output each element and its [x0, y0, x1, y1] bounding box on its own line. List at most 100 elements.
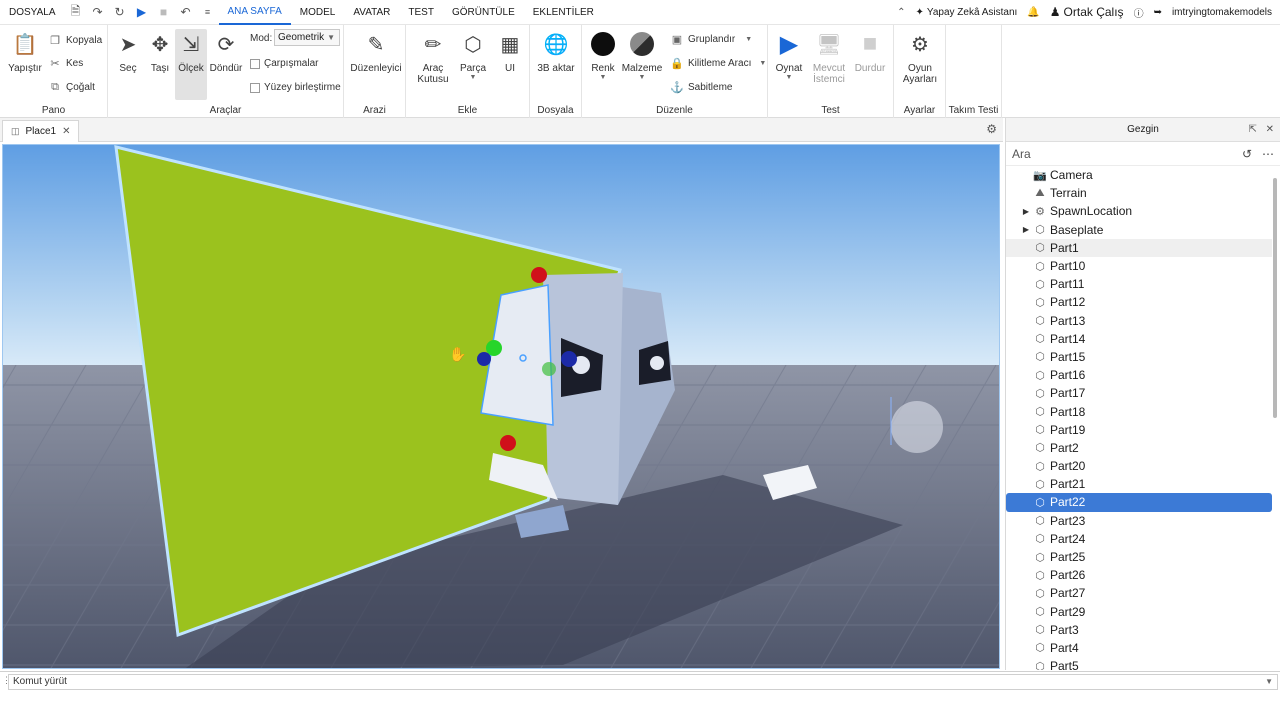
command-input[interactable]: Komut yürüt ▼ — [8, 674, 1278, 690]
mode-dropdown[interactable]: Geometrik ▼ — [274, 29, 340, 46]
toolbox-button[interactable]: ✏ Araç Kutusu — [414, 29, 452, 86]
scale-handle-red-top[interactable] — [531, 267, 547, 283]
select-tool-button[interactable]: ➤ Seç — [112, 29, 144, 75]
material-button[interactable]: Malzeme ▼ — [622, 29, 662, 81]
close-icon[interactable]: ✕ — [1266, 124, 1274, 135]
join-surfaces-checkbox[interactable] — [250, 82, 260, 93]
open-file-icon[interactable]: ↷ — [87, 0, 109, 25]
game-settings-button[interactable]: ⚙ Oyun Ayarları — [898, 29, 942, 86]
username-label[interactable]: imtryingtomakemodels — [1172, 7, 1272, 18]
tree-item-camera[interactable]: 📷 Camera — [1006, 166, 1272, 184]
history-icon[interactable]: ↺ — [1242, 147, 1252, 161]
tree-item-part18[interactable]: ⬡ Part18 — [1006, 402, 1272, 420]
tab-avatar[interactable]: AVATAR — [344, 0, 399, 25]
paste-button[interactable]: 📋 Yapıştır — [6, 29, 44, 75]
ai-assistant-button[interactable]: ✦ Yapay Zekâ Asistanı — [916, 7, 1018, 18]
anchor-button[interactable]: ⚓ Sabitleme — [670, 81, 732, 94]
tab-place1[interactable]: ◫ Place1 ✕ — [2, 120, 80, 142]
scale-handle-blue-back[interactable] — [561, 351, 577, 367]
tree-item-part29[interactable]: ⬡ Part29 — [1006, 603, 1272, 621]
more-options-icon[interactable]: ⋯ — [1262, 147, 1274, 161]
scale-handle-red-bottom[interactable] — [500, 435, 516, 451]
explorer-search-input[interactable]: Ara — [1012, 147, 1031, 161]
part-button[interactable]: ⬡ Parça ▼ — [456, 29, 490, 82]
tree-item-part10[interactable]: ⬡ Part10 — [1006, 257, 1272, 275]
collisions-toggle[interactable]: Çarpışmalar — [250, 58, 318, 69]
tree-item-part21[interactable]: ⬡ Part21 — [1006, 475, 1272, 493]
expand-arrow-icon[interactable]: ▶ — [1020, 225, 1032, 234]
share-icon[interactable]: ➥ — [1154, 7, 1162, 18]
tree-item-part5[interactable]: ⬡ Part5 — [1006, 657, 1272, 670]
tree-item-part11[interactable]: ⬡ Part11 — [1006, 275, 1272, 293]
explorer-search[interactable]: Ara ↺ ⋯ — [1006, 142, 1280, 166]
group-chevron-icon[interactable]: ▼ — [745, 36, 752, 43]
expand-arrow-icon[interactable]: ▶ — [1020, 207, 1032, 216]
file-menu[interactable]: DOSYALA — [0, 0, 65, 25]
terrain-editor-button[interactable]: ✎ Düzenleyici — [348, 29, 404, 75]
customize-chevron-icon[interactable]: ≡ — [197, 0, 219, 25]
notification-bell-icon[interactable]: 🔔 — [1027, 7, 1039, 18]
undock-icon[interactable]: ⇱ — [1248, 124, 1256, 135]
scale-handle-blue[interactable] — [477, 352, 491, 366]
tree-item-part19[interactable]: ⬡ Part19 — [1006, 421, 1272, 439]
3d-viewport[interactable]: ✋ — [2, 144, 1000, 669]
group-button[interactable]: ▣ Gruplandır ▼ — [670, 33, 752, 46]
tree-item-terrain[interactable]: ⛰ Terrain — [1006, 184, 1272, 202]
stop-quick-icon[interactable]: ■ — [153, 0, 175, 25]
scale-handle-green-back[interactable] — [542, 362, 556, 376]
redo-icon[interactable]: ↻ — [109, 0, 131, 25]
rotate-tool-button[interactable]: ⟳ Döndür — [209, 29, 243, 75]
new-file-icon[interactable]: 🗎 — [65, 0, 87, 25]
close-icon[interactable]: ✕ — [62, 126, 70, 137]
tree-item-part25[interactable]: ⬡ Part25 — [1006, 548, 1272, 566]
collisions-checkbox[interactable] — [250, 58, 260, 69]
tree-item-part15[interactable]: ⬡ Part15 — [1006, 348, 1272, 366]
duplicate-button[interactable]: ⧉ Çoğalt — [48, 81, 95, 94]
play-quick-icon[interactable]: ▶ — [131, 0, 153, 25]
tree-item-part24[interactable]: ⬡ Part24 — [1006, 530, 1272, 548]
current-client-button[interactable]: 🖥 Mevcut İstemci — [810, 29, 848, 86]
undo-icon[interactable]: ↶ — [175, 0, 197, 25]
import-3d-button[interactable]: 🌐 3B aktar — [534, 29, 578, 75]
tree-item-part13[interactable]: ⬡ Part13 — [1006, 312, 1272, 330]
color-button[interactable]: Renk ▼ — [586, 29, 620, 81]
tree-item-part17[interactable]: ⬡ Part17 — [1006, 384, 1272, 402]
tab-test[interactable]: TEST — [399, 0, 443, 25]
lock-chevron-icon[interactable]: ▼ — [759, 60, 766, 67]
tree-item-part16[interactable]: ⬡ Part16 — [1006, 366, 1272, 384]
ui-button[interactable]: ▦ UI — [494, 29, 526, 75]
tree-item-part3[interactable]: ⬡ Part3 — [1006, 621, 1272, 639]
explorer-scrollbar[interactable] — [1273, 178, 1277, 418]
tab-model[interactable]: MODEL — [291, 0, 345, 25]
tree-item-part14[interactable]: ⬡ Part14 — [1006, 330, 1272, 348]
tree-item-part27[interactable]: ⬡ Part27 — [1006, 584, 1272, 602]
tree-item-part2[interactable]: ⬡ Part2 — [1006, 439, 1272, 457]
home-icon[interactable]: ⌃ — [897, 7, 905, 18]
tree-item-part12[interactable]: ⬡ Part12 — [1006, 293, 1272, 311]
viewport-settings-gear-icon[interactable]: ⚙ — [986, 122, 997, 136]
tree-item-part1[interactable]: ⬡ Part1 — [1006, 238, 1272, 257]
cut-button[interactable]: ✂ Kes — [48, 57, 83, 70]
tree-item-spawnlocation[interactable]: ▶ ⚙ SpawnLocation — [1006, 202, 1272, 220]
color-chevron-icon[interactable]: ▼ — [600, 74, 607, 81]
tree-item-part20[interactable]: ⬡ Part20 — [1006, 457, 1272, 475]
stop-button[interactable]: ■ Durdur — [852, 29, 888, 74]
tree-item-part4[interactable]: ⬡ Part4 — [1006, 639, 1272, 657]
material-chevron-icon[interactable]: ▼ — [639, 74, 646, 81]
tab-goruntule[interactable]: GÖRÜNTÜLE — [443, 0, 524, 25]
tab-ana-sayfa[interactable]: ANA SAYFA — [218, 0, 291, 25]
play-button[interactable]: ▶ Oynat ▼ — [770, 29, 808, 82]
lock-tool-button[interactable]: 🔒 Kilitleme Aracı ▼ — [670, 57, 766, 70]
tab-eklentiler[interactable]: EKLENTİLER — [524, 0, 603, 25]
copy-button[interactable]: ❐ Kopyala — [48, 34, 102, 47]
command-chevron-icon[interactable]: ▼ — [1265, 675, 1273, 689]
tree-item-part22[interactable]: ⬡ Part22 — [1006, 493, 1272, 512]
tree-item-baseplate[interactable]: ▶ ⬡ Baseplate — [1006, 221, 1272, 239]
scale-tool-button[interactable]: ⇲ Ölçek — [175, 29, 207, 100]
help-icon[interactable]: ⓘ — [1134, 5, 1144, 20]
play-chevron-icon[interactable]: ▼ — [786, 74, 793, 81]
tree-item-part23[interactable]: ⬡ Part23 — [1006, 512, 1272, 530]
join-surfaces-toggle[interactable]: Yüzey birleştirme — [250, 82, 341, 93]
move-tool-button[interactable]: ✥ Taşı — [144, 29, 176, 75]
tree-item-part26[interactable]: ⬡ Part26 — [1006, 566, 1272, 584]
